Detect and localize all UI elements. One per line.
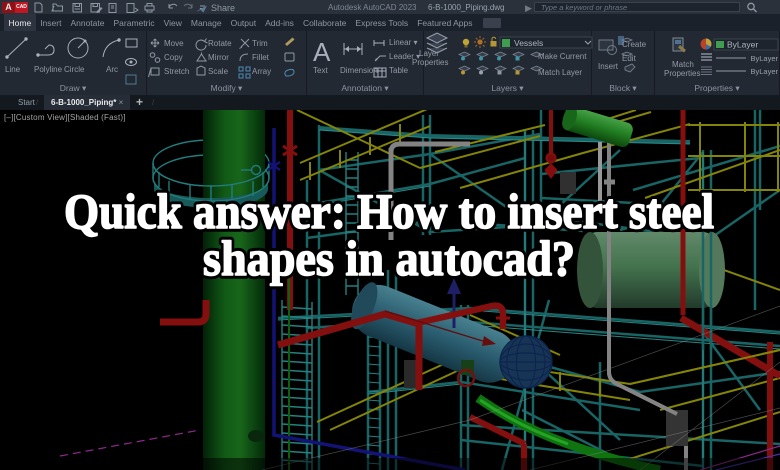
svg-text:ByLayer: ByLayer: [750, 67, 778, 76]
svg-text:ByLayer: ByLayer: [750, 54, 778, 63]
svg-text:shapes in autocad?: shapes in autocad?: [203, 230, 575, 286]
svg-text:Vessels: Vessels: [514, 38, 543, 48]
svg-text:A: A: [313, 37, 331, 67]
svg-text:ByLayer: ByLayer: [727, 40, 758, 50]
